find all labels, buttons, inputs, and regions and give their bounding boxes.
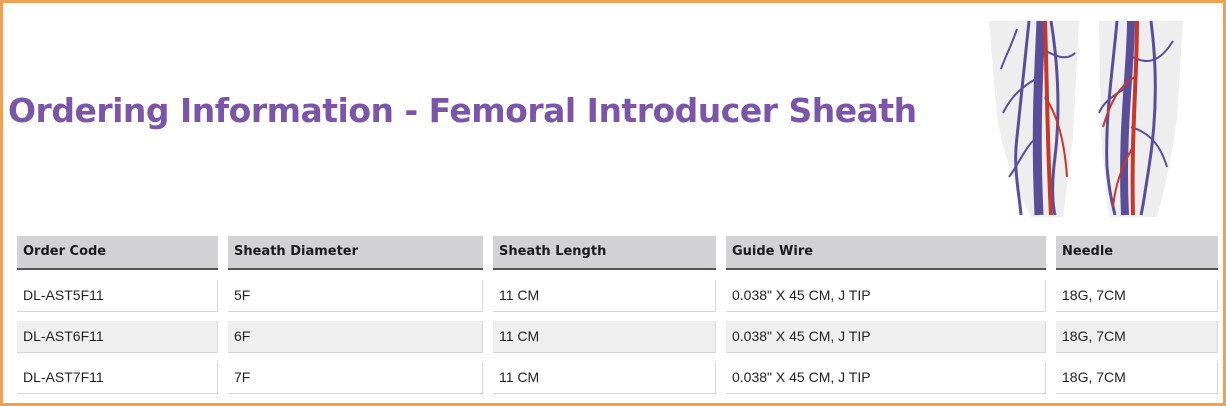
table-cell-sheath-length: 11 CM <box>493 362 716 394</box>
column-header-sheath-diameter: Sheath Diameter <box>228 236 483 270</box>
page-frame: Ordering Information - Femoral Introduce… <box>0 0 1226 406</box>
column-header-order-code: Order Code <box>17 236 218 270</box>
table-cell-guide-wire: 0.038" X 45 CM, J TIP <box>726 321 1046 353</box>
table-cell-needle: 18G, 7CM <box>1056 280 1218 312</box>
table-cell-needle: 18G, 7CM <box>1056 362 1218 394</box>
table-cell-sheath-length: 11 CM <box>493 321 716 353</box>
table-cell-sheath-diameter: 5F <box>228 280 483 312</box>
table-cell-sheath-diameter: 6F <box>228 321 483 353</box>
column-header-sheath-length: Sheath Length <box>493 236 716 270</box>
table-cell-guide-wire: 0.038" X 45 CM, J TIP <box>726 362 1046 394</box>
table-cell-needle: 18G, 7CM <box>1056 321 1218 353</box>
table-cell-sheath-diameter: 7F <box>228 362 483 394</box>
column-header-needle: Needle <box>1056 236 1218 270</box>
table-cell-guide-wire: 0.038" X 45 CM, J TIP <box>726 280 1046 312</box>
table-cell-order-code: DL-AST7F11 <box>17 362 218 394</box>
table-cell-order-code: DL-AST5F11 <box>17 280 218 312</box>
table-cell-sheath-length: 11 CM <box>493 280 716 312</box>
page-title: Ordering Information - Femoral Introduce… <box>8 91 917 130</box>
legs-veins-illustration <box>989 20 1183 217</box>
column-header-guide-wire: Guide Wire <box>726 236 1046 270</box>
table-cell-order-code: DL-AST6F11 <box>17 321 218 353</box>
